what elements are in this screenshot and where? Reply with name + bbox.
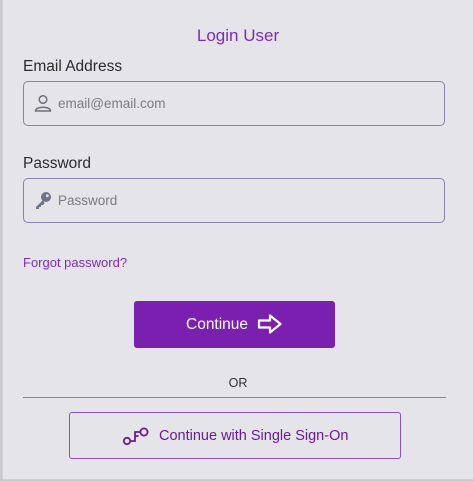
or-separator-label: OR [228,376,248,390]
form-title: Login User [196,26,280,45]
login-card: Login User Email Address Password Forgot… [2,0,474,480]
arrow-right-icon [257,314,282,334]
sso-button-label: Continue with Single Sign-On [159,428,349,444]
divider [23,397,446,398]
password-field-container[interactable] [23,178,445,223]
email-input[interactable] [58,82,438,125]
key-icon [36,192,51,209]
sso-button[interactable]: Continue with Single Sign-On [69,412,401,459]
email-field-container[interactable] [23,81,445,126]
continue-button-label: Continue [186,316,249,333]
forgot-password-link[interactable]: Forgot password? [23,255,127,270]
user-icon [34,94,52,112]
password-label: Password [23,155,92,172]
password-input[interactable] [58,179,438,222]
continue-button[interactable]: Continue [134,301,335,348]
sso-key-icon [122,427,149,446]
email-label: Email Address [23,58,123,75]
